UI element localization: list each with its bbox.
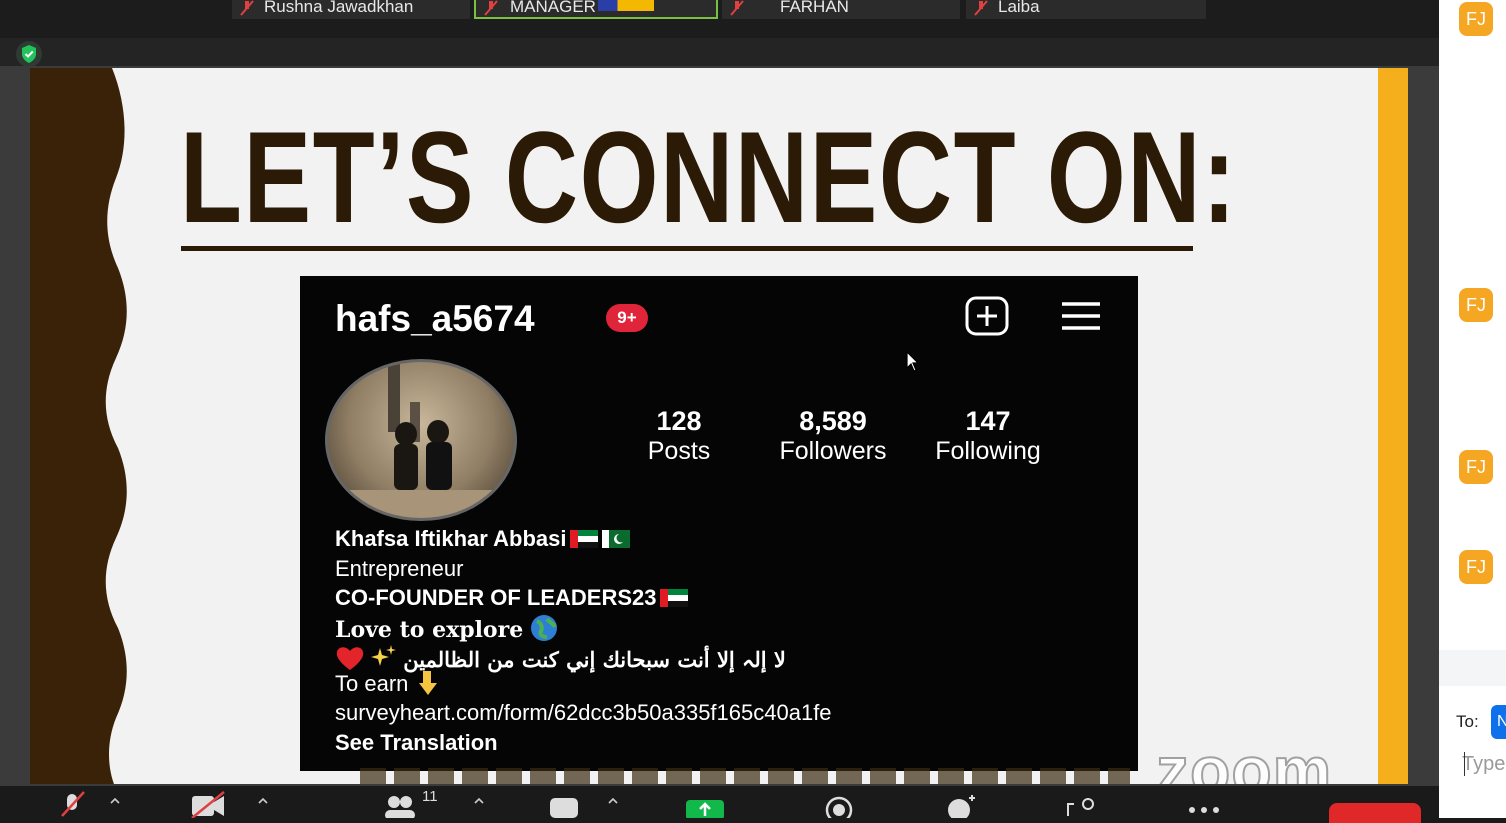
record-button[interactable] xyxy=(822,786,856,823)
slide-orange-border xyxy=(1378,68,1408,784)
bio-cofounder: CO-FOUNDER OF LEADERS23 xyxy=(335,585,657,610)
muted-mic-icon xyxy=(240,0,254,16)
reactions-smiley-icon xyxy=(948,795,975,821)
stat-posts: 128 Posts xyxy=(647,406,711,465)
meeting-info-bar xyxy=(0,38,1439,66)
chevron-up-icon[interactable] xyxy=(258,796,268,806)
add-post-icon xyxy=(965,296,1009,336)
bio-link: surveyheart.com/form/62dcc3b50a335f165c4… xyxy=(335,700,832,725)
record-icon xyxy=(825,796,853,823)
muted-mic-icon xyxy=(730,0,744,16)
chevron-up-icon[interactable] xyxy=(110,796,120,806)
slide-heading: LET’S CONNECT ON: xyxy=(180,104,1238,250)
participant-name: FARHAN xyxy=(780,0,849,16)
apps-icon xyxy=(1067,798,1094,816)
muted-microphone-icon xyxy=(61,791,85,817)
text-caret xyxy=(1464,752,1465,776)
chat-bubble-icon xyxy=(550,798,578,818)
participant-tile-active-speaker[interactable]: MANAGER xyxy=(474,0,718,19)
participants-button[interactable]: 11 xyxy=(382,786,442,820)
instagram-username: hafs_a5674 xyxy=(335,298,535,339)
instagram-profile-screenshot: hafs_a5674 9+ 128 Posts 8,589 Followers … xyxy=(300,276,1138,771)
video-off-icon xyxy=(191,791,225,819)
profile-avatar xyxy=(325,359,517,521)
uae-flag-icon xyxy=(570,530,599,548)
heading-underline xyxy=(181,246,1193,251)
muted-mic-icon xyxy=(974,0,988,16)
notification-badge: 9+ xyxy=(606,304,648,332)
share-screen-button[interactable] xyxy=(686,786,724,820)
participant-strip: Rushna Jawadkhan MANAGER FARHAN Laiba xyxy=(0,0,1439,38)
see-translation: See Translation xyxy=(335,729,498,755)
more-dots-icon xyxy=(1189,807,1219,813)
stat-following: 147 Following xyxy=(935,406,1041,465)
heart-icon xyxy=(336,647,364,670)
chat-avatar: FJ xyxy=(1459,2,1493,36)
chevron-up-icon[interactable] xyxy=(474,796,484,806)
chat-divider xyxy=(1439,650,1506,686)
participant-tile[interactable]: FARHAN xyxy=(722,0,960,19)
participant-name: Rushna Jawadkhan xyxy=(264,0,414,16)
security-shield-icon[interactable] xyxy=(16,41,42,67)
participant-tile[interactable]: Laiba xyxy=(966,0,1206,19)
participants-icon xyxy=(385,796,415,820)
bio-arabic-dua: لا إلہ إلا أنت سبحانك إني كنت من الظالمي… xyxy=(403,647,786,672)
participants-count: 11 xyxy=(422,788,438,805)
reactions-button[interactable] xyxy=(944,786,978,821)
pakistan-flag-icon xyxy=(602,530,631,548)
slide-wavy-border xyxy=(30,68,127,784)
hamburger-menu-icon xyxy=(1062,302,1100,330)
apps-button[interactable] xyxy=(1064,786,1098,818)
shared-slide: LET’S CONNECT ON: hafs_a5674 9+ 128 Post xyxy=(30,68,1408,784)
stat-followers: 8,589 Followers xyxy=(779,406,887,465)
participant-name: MANAGER xyxy=(510,0,596,16)
globe-icon xyxy=(531,614,558,641)
chat-recipient-dropdown[interactable]: N xyxy=(1491,705,1506,739)
chat-avatar: FJ xyxy=(1459,450,1493,484)
participant-tile[interactable]: Rushna Jawadkhan xyxy=(232,0,470,19)
participant-video-thumbnail xyxy=(598,0,654,11)
uae-flag-icon xyxy=(660,589,689,607)
start-video-button[interactable] xyxy=(190,786,226,819)
instagram-bio: Khafsa Iftikhar Abbasi Entrepreneur CO-F… xyxy=(335,524,832,757)
bio-role: Entrepreneur xyxy=(335,555,464,581)
chat-to-label: To: xyxy=(1456,712,1479,731)
more-button[interactable] xyxy=(1184,786,1224,818)
chat-message-input[interactable] xyxy=(1462,750,1506,778)
end-meeting-button[interactable] xyxy=(1329,803,1421,823)
chat-panel: FJ FJ FJ FJ To: N xyxy=(1439,0,1506,818)
chat-avatar: FJ xyxy=(1459,288,1493,322)
share-screen-icon xyxy=(686,800,724,820)
mute-button[interactable] xyxy=(56,786,88,818)
participant-name: Laiba xyxy=(998,0,1040,16)
muted-mic-icon xyxy=(484,0,498,16)
bio-explore: Love to explore xyxy=(335,616,524,643)
chevron-up-icon[interactable] xyxy=(608,796,618,806)
chat-avatar: FJ xyxy=(1459,550,1493,584)
zoom-watermark: zoom xyxy=(1155,732,1333,784)
chat-button[interactable] xyxy=(548,786,580,818)
bio-name: Khafsa Iftikhar Abbasi xyxy=(335,526,567,551)
bio-to-earn: To earn xyxy=(335,670,409,696)
pointing-down-icon xyxy=(418,670,437,695)
mouse-cursor-icon xyxy=(906,351,920,372)
meeting-toolbar: 11 xyxy=(0,786,1439,823)
sparkles-icon xyxy=(371,645,397,666)
slide-text-cut-off xyxy=(360,768,1130,784)
